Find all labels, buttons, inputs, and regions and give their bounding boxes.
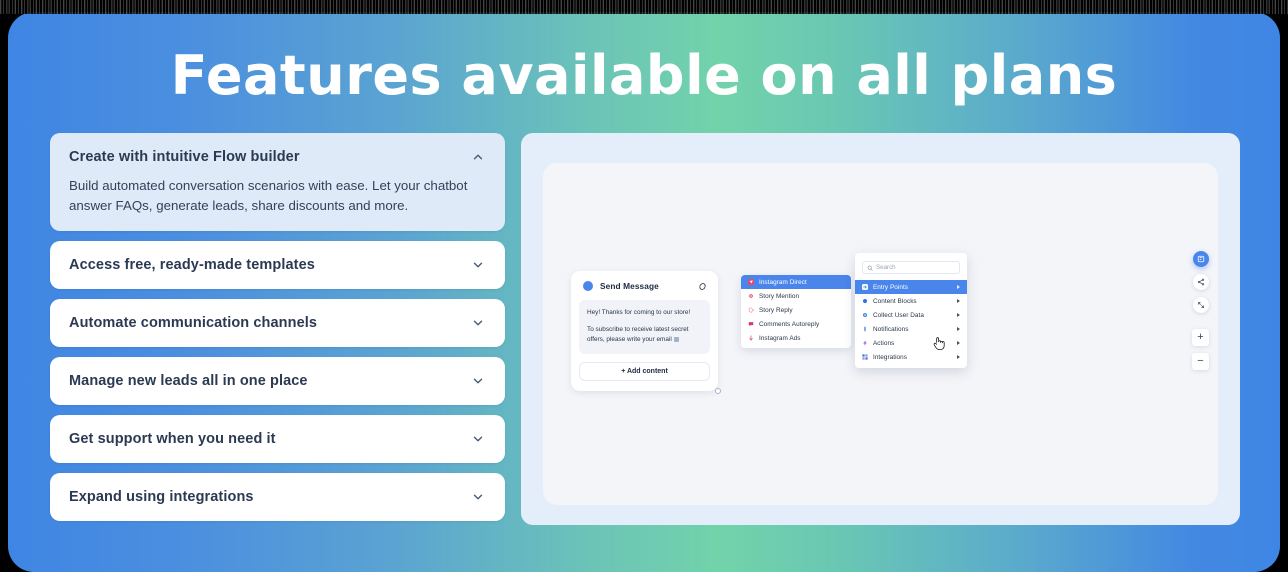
chevron-down-icon[interactable] (471, 316, 485, 330)
menu-item-label: Story Mention (759, 292, 800, 300)
accordion-header[interactable]: Manage new leads all in one place (69, 373, 485, 389)
accordion-item-flow-builder[interactable]: Create with intuitive Flow builder Build… (50, 133, 505, 232)
link-icon[interactable] (698, 282, 707, 291)
node-title: Send Message (600, 281, 659, 292)
accordion-item-templates[interactable]: Access free, ready-made templates (50, 241, 505, 290)
menu-item-instagram-ads[interactable]: Instagram Ads (741, 331, 851, 345)
top-noise-band (0, 0, 1288, 14)
search-icon (867, 265, 873, 271)
menu-item-integrations[interactable]: Integrations (855, 350, 967, 364)
accordion-header[interactable]: Create with intuitive Flow builder (69, 149, 485, 165)
menu-item-instagram-direct[interactable]: Instagram Direct (741, 275, 851, 290)
zoom-out-button[interactable]: − (1192, 353, 1209, 371)
canvas-toolbar: + − (1192, 251, 1209, 371)
accordion-item-integrations[interactable]: Expand using integrations (50, 473, 505, 522)
accordion-title: Manage new leads all in one place (69, 373, 308, 390)
actions-icon (863, 340, 867, 347)
flow-icon (1197, 256, 1204, 263)
search-placeholder: Search (876, 264, 896, 272)
accordion-item-leads[interactable]: Manage new leads all in one place (50, 357, 505, 406)
menu-item-content-blocks[interactable]: Content Blocks (855, 294, 967, 308)
send-message-node[interactable]: Send Message Hey! Thanks for coming to o… (571, 271, 721, 395)
node-type-dot-icon (583, 281, 593, 292)
accordion-title: Automate communication channels (69, 315, 318, 332)
instagram-direct-icon (748, 279, 754, 286)
node-connector-handle[interactable] (715, 388, 721, 395)
accordion-title: Expand using integrations (69, 489, 254, 506)
accordion-header[interactable]: Expand using integrations (69, 489, 485, 505)
content-blocks-icon (862, 299, 868, 304)
menu-item-label: Story Reply (759, 306, 793, 314)
share-flow-button[interactable] (1192, 274, 1209, 291)
menu-item-collect-user-data[interactable]: Collect User Data (855, 308, 967, 322)
chevron-down-icon[interactable] (471, 432, 485, 446)
accordion-list: Create with intuitive Flow builder Build… (50, 133, 505, 522)
entry-points-icon (862, 284, 868, 291)
menu-item-label: Comments Autoreply (759, 320, 820, 328)
submenu-caret-icon (957, 313, 960, 318)
submenu-caret-icon (957, 341, 960, 346)
chevron-down-icon[interactable] (471, 374, 485, 388)
message-line-2: To subscribe to receive latest secret of… (587, 326, 689, 344)
instagram-ads-icon (749, 335, 753, 342)
share-icon (1197, 278, 1204, 286)
menu-item-label: Collect User Data (873, 311, 924, 319)
menu-item-story-reply[interactable]: Story Reply (741, 303, 851, 317)
accordion-item-support[interactable]: Get support when you need it (50, 415, 505, 464)
flow-canvas[interactable]: Send Message Hey! Thanks for coming to o… (543, 163, 1218, 506)
accordion-body: Build automated conversation scenarios w… (69, 178, 468, 213)
menu-item-label: Instagram Direct (759, 278, 807, 286)
menu-item-actions[interactable]: Actions (855, 336, 967, 350)
chevron-up-icon[interactable] (471, 150, 485, 164)
content-row: Create with intuitive Flow builder Build… (8, 133, 1280, 526)
accordion-item-channels[interactable]: Automate communication channels (50, 299, 505, 348)
node-message-bubble: Hey! Thanks for coming to our store! To … (579, 300, 710, 355)
search-field[interactable]: Search (862, 261, 960, 275)
flow-builder-preview-panel: Send Message Hey! Thanks for coming to o… (521, 133, 1240, 526)
chevron-down-icon[interactable] (471, 258, 485, 272)
comments-autoreply-icon (748, 322, 754, 327)
node-header: Send Message (579, 280, 710, 292)
flow-save-button[interactable] (1192, 251, 1209, 268)
emoji-icon (673, 337, 679, 343)
submenu-caret-icon (957, 355, 960, 360)
accordion-title: Access free, ready-made templates (69, 257, 315, 274)
channel-menu[interactable]: Instagram Direct Story Mention Story Rep… (741, 275, 851, 349)
accordion-title: Get support when you need it (69, 431, 276, 448)
accordion-header[interactable]: Get support when you need it (69, 431, 485, 447)
submenu-caret-icon (957, 285, 960, 290)
fit-view-button[interactable] (1192, 297, 1209, 314)
story-reply-icon (748, 307, 754, 313)
menu-item-notifications[interactable]: Notifications (855, 322, 967, 336)
menu-item-label: Content Blocks (873, 297, 917, 305)
submenu-caret-icon (957, 299, 960, 304)
menu-item-label: Notifications (873, 325, 909, 333)
chevron-down-icon[interactable] (471, 490, 485, 504)
menu-item-label: Instagram Ads (759, 334, 801, 342)
block-type-menu[interactable]: Search Entry Points Content Blocks Colle… (855, 253, 967, 369)
story-mention-icon (749, 294, 753, 299)
zoom-in-button[interactable]: + (1192, 329, 1209, 347)
menu-item-label: Entry Points (873, 283, 909, 291)
accordion-title: Create with intuitive Flow builder (69, 149, 300, 166)
notifications-icon (864, 327, 866, 332)
add-content-button[interactable]: + Add content (579, 362, 710, 382)
fit-view-icon (1197, 302, 1204, 309)
pointer-hand-cursor (933, 337, 945, 351)
menu-item-story-mention[interactable]: Story Mention (741, 289, 851, 303)
accordion-header[interactable]: Automate communication channels (69, 315, 485, 331)
hero-card: Features available on all plans Create w… (8, 12, 1280, 572)
page-title: Features available on all plans (170, 44, 1118, 107)
submenu-caret-icon (957, 327, 960, 332)
menu-item-label: Integrations (873, 353, 907, 361)
collect-user-data-icon (862, 313, 868, 318)
message-line-1: Hey! Thanks for coming to our store! (587, 309, 691, 317)
menu-item-entry-points[interactable]: Entry Points (855, 280, 967, 295)
menu-item-comments-autoreply[interactable]: Comments Autoreply (741, 317, 851, 331)
accordion-header[interactable]: Access free, ready-made templates (69, 257, 485, 273)
integrations-icon (862, 354, 868, 361)
